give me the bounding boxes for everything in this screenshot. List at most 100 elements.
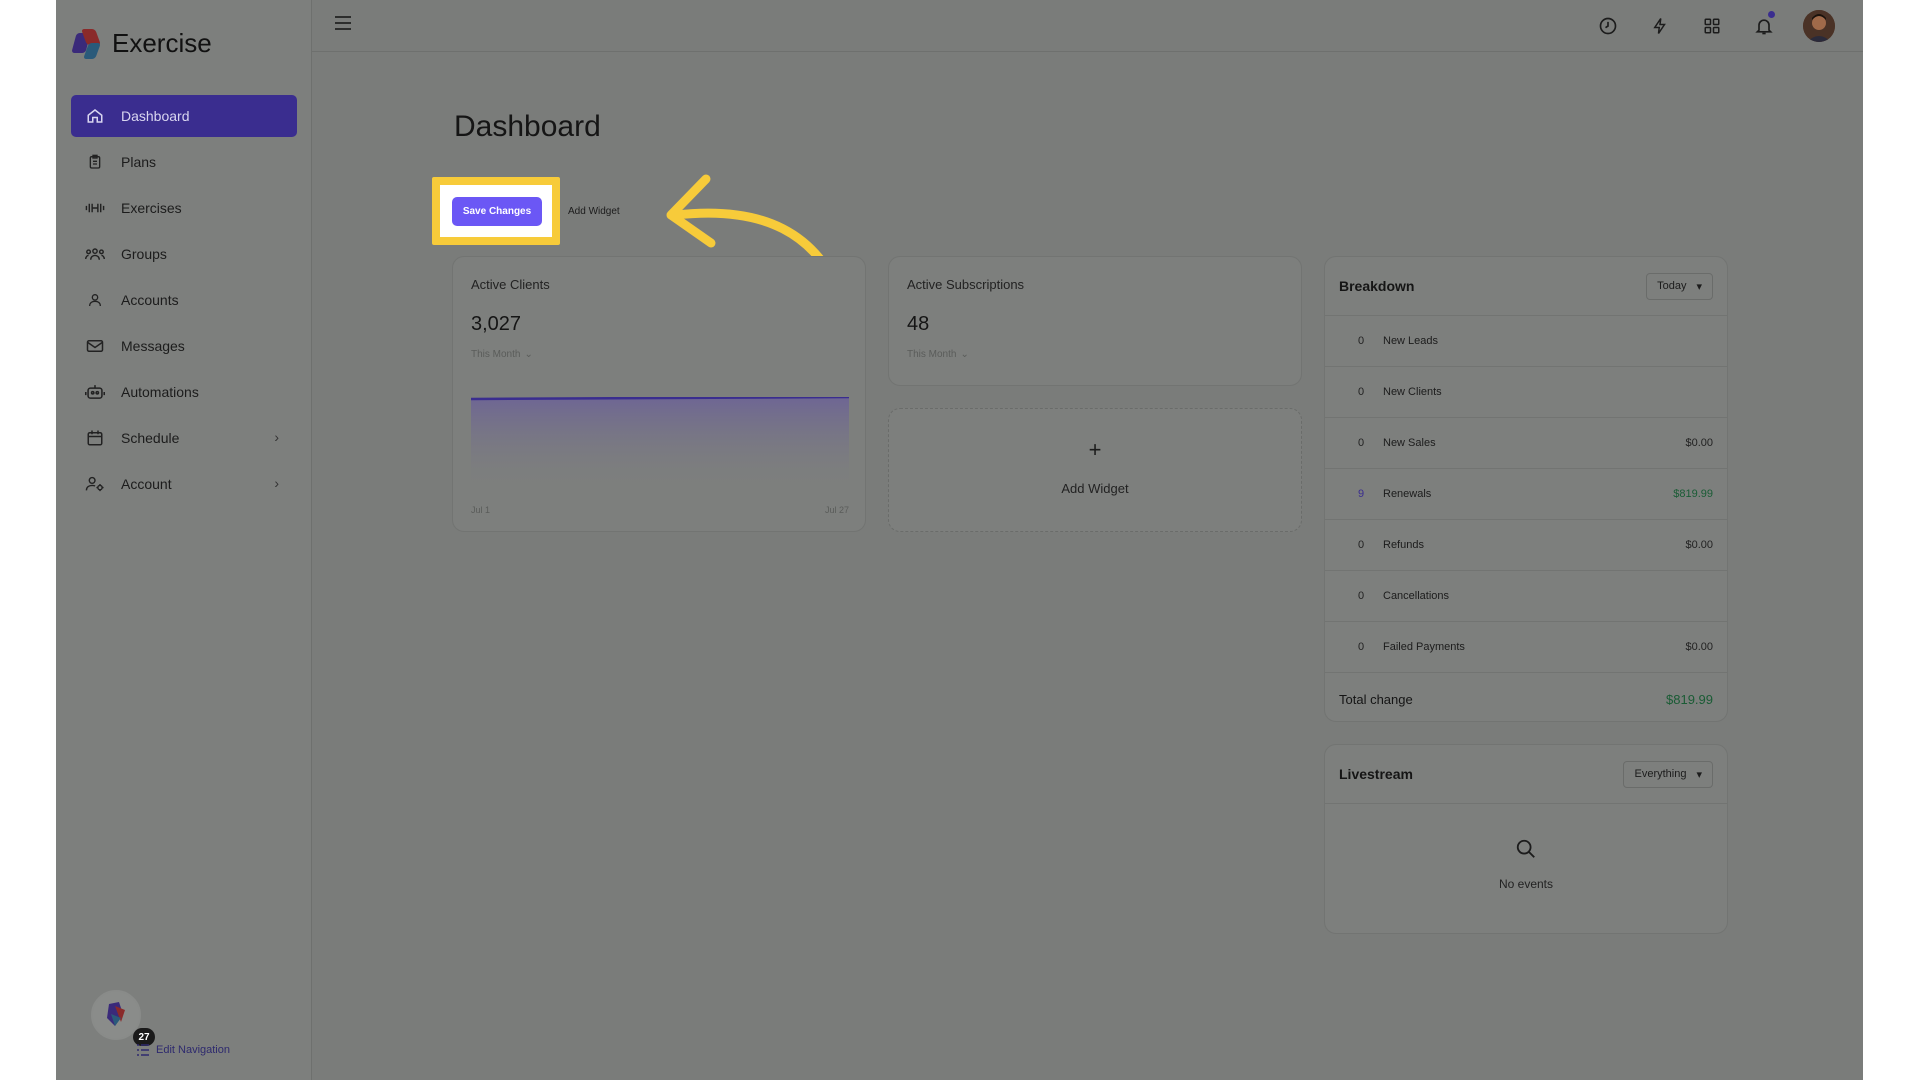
chevron-right-icon: ›	[274, 475, 279, 491]
breakdown-title: Breakdown	[1339, 278, 1415, 294]
livestream-title: Livestream	[1339, 766, 1413, 782]
home-icon	[85, 106, 105, 126]
chevron-down-icon: ⌄	[960, 349, 969, 360]
notification-dot	[1768, 11, 1775, 18]
total-value: $819.99	[1666, 691, 1713, 707]
bell-icon[interactable]	[1751, 11, 1777, 41]
sidebar-item-accounts[interactable]: Accounts	[71, 279, 297, 321]
card-title: Active Subscriptions	[907, 277, 1025, 292]
sidebar-item-exercises[interactable]: Exercises	[71, 187, 297, 229]
row-count: 9	[1357, 488, 1365, 500]
livestream-header: Livestream Everything ▾	[1325, 745, 1727, 804]
row-amount: $0.00	[1685, 539, 1713, 551]
active-clients-sparkline	[471, 397, 849, 487]
row-label: Cancellations	[1383, 590, 1450, 602]
sidebar-item-dashboard[interactable]: Dashboard	[71, 95, 297, 137]
chart-x-labels: Jul 1 Jul 27	[471, 505, 849, 515]
sidebar-item-label: Groups	[121, 246, 167, 262]
active-clients-card: Active Clients 3,027 This Month ⌄ Jul 1 …	[452, 256, 866, 532]
breakdown-panel: Breakdown Today ▾ 0 New Leads 0 New Clie…	[1324, 256, 1728, 722]
bolt-icon[interactable]	[1647, 11, 1673, 41]
sidebar-item-label: Schedule	[121, 430, 180, 446]
breakdown-row: 0 Refunds $0.00	[1325, 520, 1727, 571]
plus-icon: +	[1088, 437, 1102, 462]
livestream-empty-state: No events	[1325, 804, 1727, 891]
card-value: 3,027	[471, 313, 522, 335]
app-window: Exercise Dashboard Plans Exercises Group…	[56, 0, 1863, 1080]
top-bar	[312, 0, 1863, 52]
app-name: Exercise	[112, 28, 212, 58]
livestream-filter-select[interactable]: Everything ▾	[1623, 760, 1713, 788]
breakdown-row: 0 Failed Payments $0.00	[1325, 622, 1727, 673]
breakdown-range-select[interactable]: Today ▾	[1646, 272, 1713, 300]
active-subscriptions-card: Active Subscriptions 48 This Month ⌄	[888, 256, 1302, 386]
sidebar-item-messages[interactable]: Messages	[71, 325, 297, 367]
breakdown-header: Breakdown Today ▾	[1325, 257, 1727, 316]
period-dropdown[interactable]: This Month ⌄	[907, 349, 969, 360]
robot-icon	[85, 382, 105, 402]
row-amount: $0.00	[1685, 641, 1713, 653]
sidebar-item-plans[interactable]: Plans	[71, 141, 297, 183]
app-logo[interactable]: Exercise	[71, 28, 212, 59]
range-label: Today	[1657, 280, 1687, 292]
sidebar-nav: Dashboard Plans Exercises Groups Account…	[71, 95, 297, 509]
sidebar-item-label: Automations	[121, 384, 199, 400]
breakdown-row: 0 Cancellations	[1325, 571, 1727, 622]
row-amount: $0.00	[1685, 437, 1713, 449]
sidebar-item-label: Plans	[121, 154, 157, 170]
total-label: Total change	[1339, 691, 1413, 707]
clock-icon[interactable]	[1595, 11, 1621, 41]
row-count: 0	[1357, 539, 1365, 551]
sidebar-item-account[interactable]: Account ›	[71, 463, 297, 505]
filter-label: Everything	[1634, 768, 1687, 780]
row-count: 0	[1357, 590, 1365, 602]
row-label: Renewals	[1383, 488, 1432, 500]
caret-down-icon: ▾	[1696, 280, 1702, 293]
breakdown-row: 0 New Leads	[1325, 316, 1727, 367]
sidebar-footer: 27	[91, 990, 155, 1046]
sidebar-item-groups[interactable]: Groups	[71, 233, 297, 275]
row-count: 0	[1357, 335, 1365, 347]
calendar-icon	[85, 428, 105, 448]
row-label: Refunds	[1383, 539, 1424, 551]
edit-navigation-link[interactable]: Edit Navigation	[136, 1043, 230, 1057]
row-label: New Leads	[1383, 335, 1439, 347]
row-label: New Sales	[1383, 437, 1436, 449]
row-label: Failed Payments	[1383, 641, 1465, 653]
sidebar-item-label: Messages	[121, 338, 185, 354]
x-end-label: Jul 27	[824, 505, 849, 515]
menu-icon[interactable]	[334, 14, 352, 37]
add-widget-placeholder[interactable]: + Add Widget	[888, 408, 1302, 532]
sidebar-item-schedule[interactable]: Schedule ›	[71, 417, 297, 459]
dumbbell-icon	[85, 198, 105, 218]
sidebar-item-automations[interactable]: Automations	[71, 371, 297, 413]
row-label: New Clients	[1383, 386, 1442, 398]
breakdown-total: Total change $819.99	[1325, 673, 1727, 725]
sparkline-area	[471, 397, 849, 487]
period-label: This Month	[907, 349, 957, 360]
save-changes-button[interactable]: Save Changes	[452, 197, 542, 226]
user-icon	[85, 290, 105, 310]
logo-mark-icon	[71, 28, 102, 59]
list-icon	[137, 1044, 149, 1056]
chevron-down-icon: ⌄	[524, 349, 533, 360]
breakdown-row: 9 Renewals $819.99	[1325, 469, 1727, 520]
grid-icon[interactable]	[1699, 11, 1725, 41]
sidebar-item-label: Dashboard	[121, 108, 190, 124]
period-dropdown[interactable]: This Month ⌄	[471, 349, 533, 360]
sidebar-item-label: Accounts	[121, 292, 179, 308]
card-value: 48	[907, 313, 930, 335]
users-icon	[85, 244, 105, 264]
row-count: 0	[1357, 641, 1365, 653]
workspace-avatar[interactable]: 27	[91, 990, 155, 1046]
search-icon	[1516, 839, 1535, 858]
livestream-panel: Livestream Everything ▾ No events	[1324, 744, 1728, 934]
caret-down-icon: ▾	[1696, 768, 1702, 781]
sidebar-item-label: Exercises	[121, 200, 182, 216]
user-settings-icon	[85, 474, 105, 494]
add-widget-button[interactable]: Add Widget	[558, 197, 638, 226]
user-avatar[interactable]	[1803, 10, 1835, 42]
edit-navigation-label: Edit Navigation	[156, 1044, 230, 1056]
top-actions	[1595, 10, 1835, 42]
breakdown-row: 0 New Clients	[1325, 367, 1727, 418]
